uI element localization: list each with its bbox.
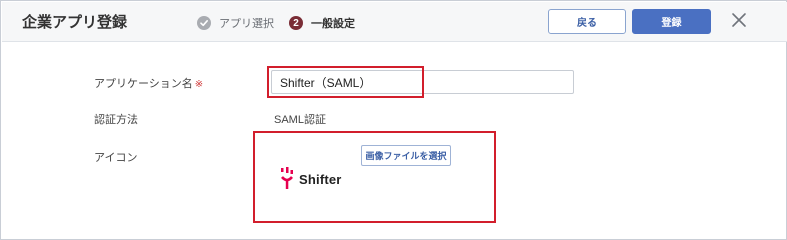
step-app-select: アプリ選択	[197, 15, 274, 31]
back-button[interactable]: 戻る	[548, 9, 626, 34]
required-mark: ※	[194, 79, 204, 90]
dialog-header: 企業アプリ登録 アプリ選択 2 一般設定 戻る 登録	[2, 2, 787, 42]
app-name-label: アプリケーション名 ※	[94, 78, 204, 90]
page-title: 企業アプリ登録	[22, 14, 128, 31]
step-label: 一般設定	[311, 18, 355, 30]
register-button[interactable]: 登録	[632, 9, 711, 34]
check-icon	[197, 16, 211, 30]
step-label: アプリ選択	[219, 18, 274, 30]
auth-method-value: SAML認証	[274, 114, 326, 126]
auth-method-label: 認証方法	[94, 114, 138, 126]
dialog: 企業アプリ登録 アプリ選択 2 一般設定 戻る 登録 アプリケーション名※ 認証…	[0, 0, 787, 240]
step-number: 2	[289, 16, 303, 30]
close-icon[interactable]	[730, 11, 748, 29]
highlight-box-app-name	[267, 66, 424, 98]
step-general-settings: 2 一般設定	[289, 15, 355, 31]
highlight-box-icon	[253, 131, 496, 223]
icon-label: アイコン	[94, 152, 138, 164]
